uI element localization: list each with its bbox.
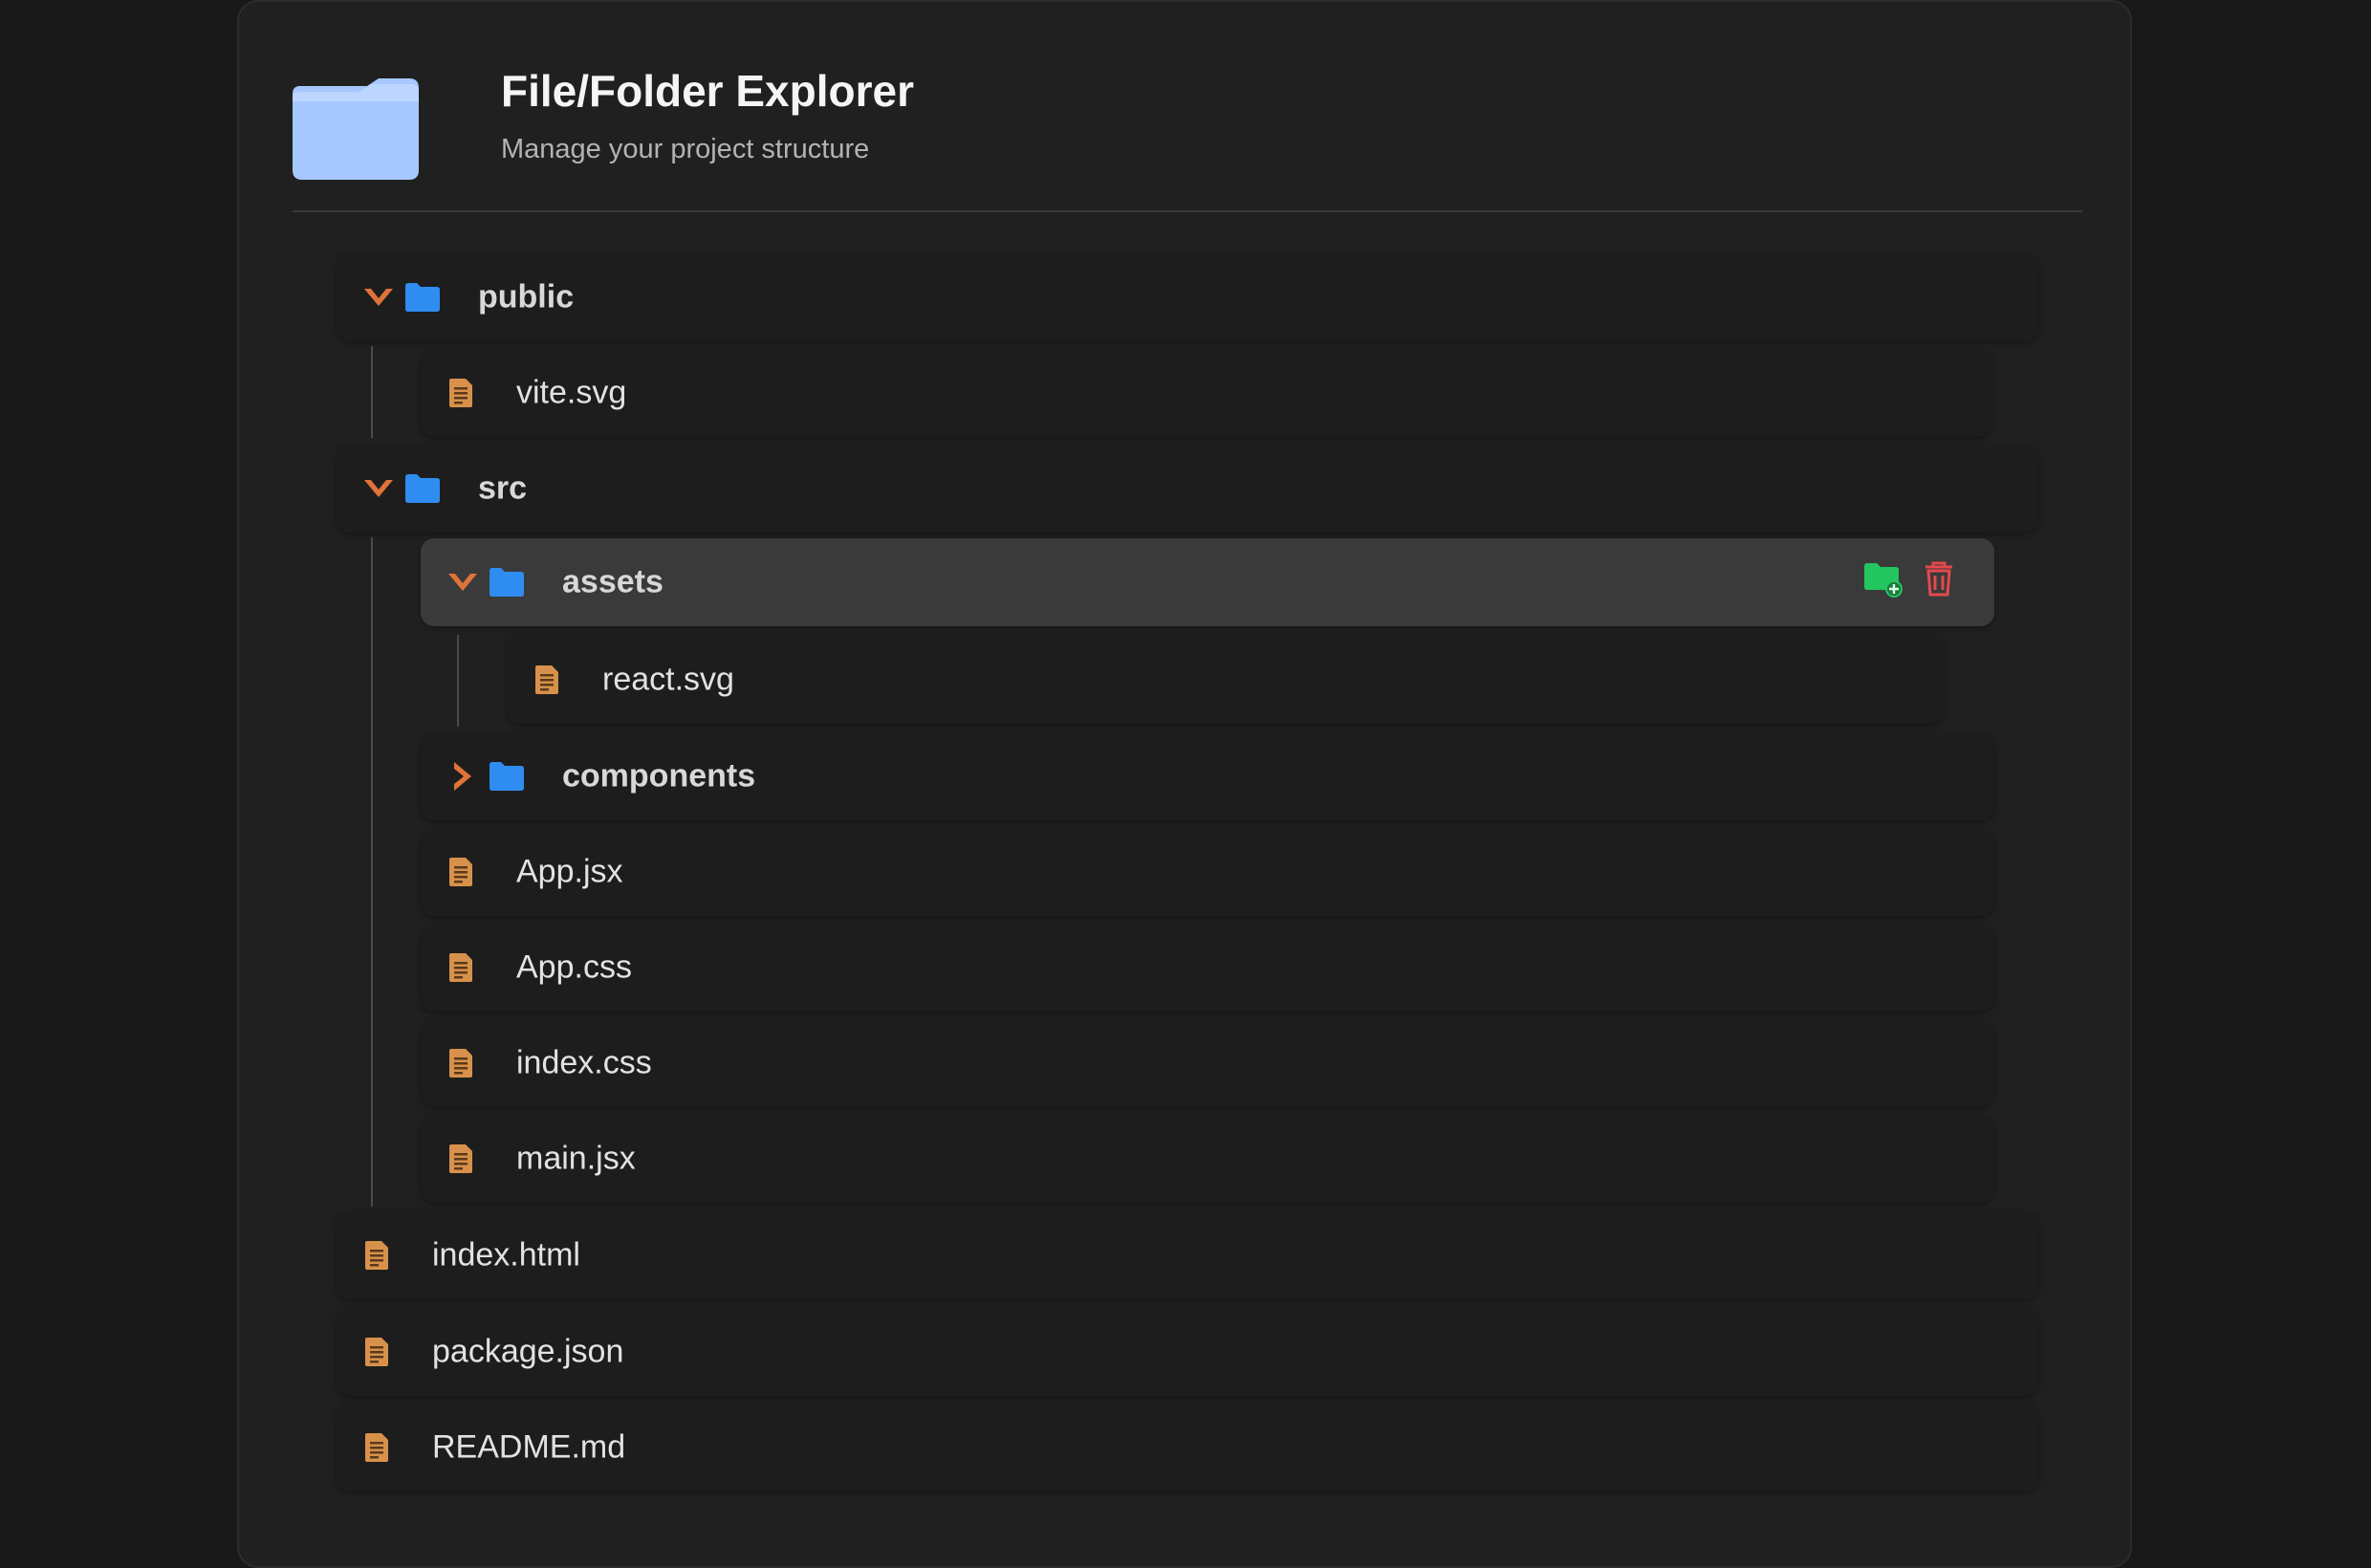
folder-row-assets[interactable]: assets	[421, 538, 1994, 626]
file-row-react-svg[interactable]: react.svg	[507, 636, 1945, 724]
file-label: App.css	[516, 948, 632, 986]
folder-row-src[interactable]: src	[337, 445, 2038, 533]
file-label: vite.svg	[516, 374, 627, 411]
tree-guide-src	[371, 537, 373, 1207]
folder-label: assets	[562, 563, 663, 600]
file-icon	[449, 1144, 472, 1173]
folder-label: src	[478, 469, 528, 507]
explorer-header: File/Folder Explorer Manage your project…	[293, 55, 2082, 212]
page-subtitle: Manage your project structure	[501, 134, 870, 164]
folder-icon	[489, 762, 524, 791]
folder-icon	[405, 283, 440, 312]
file-icon	[365, 1241, 388, 1270]
file-icon	[449, 858, 472, 886]
chevron-down-icon[interactable]	[361, 471, 396, 506]
file-row-main-jsx[interactable]: main.jsx	[421, 1115, 1994, 1203]
file-label: index.css	[516, 1044, 652, 1081]
chevron-down-icon[interactable]	[361, 280, 396, 315]
explorer-panel: File/Folder Explorer Manage your project…	[237, 0, 2132, 1568]
file-icon	[449, 1049, 472, 1078]
folder-icon	[293, 78, 419, 180]
folder-label: public	[478, 278, 575, 316]
file-label: README.md	[432, 1428, 626, 1466]
folder-label: components	[562, 757, 756, 795]
file-row-index-css[interactable]: index.css	[421, 1019, 1994, 1107]
file-row-app-css[interactable]: App.css	[421, 924, 1994, 1012]
file-row-app-jsx[interactable]: App.jsx	[421, 828, 1994, 916]
folder-row-public[interactable]: public	[337, 253, 2038, 341]
file-label: package.json	[432, 1333, 624, 1370]
chevron-down-icon[interactable]	[446, 565, 480, 599]
trash-icon[interactable]	[1920, 559, 1958, 598]
file-icon	[365, 1433, 388, 1462]
file-label: index.html	[432, 1236, 580, 1274]
file-icon	[449, 953, 472, 982]
row-actions	[1851, 559, 1958, 598]
folder-icon	[489, 568, 524, 597]
chevron-right-icon[interactable]	[446, 759, 480, 794]
file-label: App.jsx	[516, 853, 623, 890]
file-row-index-html[interactable]: index.html	[337, 1211, 2038, 1299]
file-row-vite-svg[interactable]: vite.svg	[421, 349, 1992, 437]
file-row-package-json[interactable]: package.json	[337, 1308, 2038, 1396]
tree-guide-public	[371, 346, 373, 438]
page-title: File/Folder Explorer	[501, 66, 914, 116]
add-folder-icon[interactable]	[1863, 559, 1903, 598]
tree-guide-assets	[457, 635, 459, 727]
file-row-readme-md[interactable]: README.md	[337, 1404, 2038, 1492]
file-label: main.jsx	[516, 1140, 636, 1177]
file-icon	[449, 379, 472, 407]
folder-row-components[interactable]: components	[421, 732, 1994, 820]
file-icon	[365, 1338, 388, 1366]
file-label: react.svg	[602, 661, 734, 698]
folder-icon	[405, 474, 440, 503]
file-icon	[535, 665, 558, 694]
